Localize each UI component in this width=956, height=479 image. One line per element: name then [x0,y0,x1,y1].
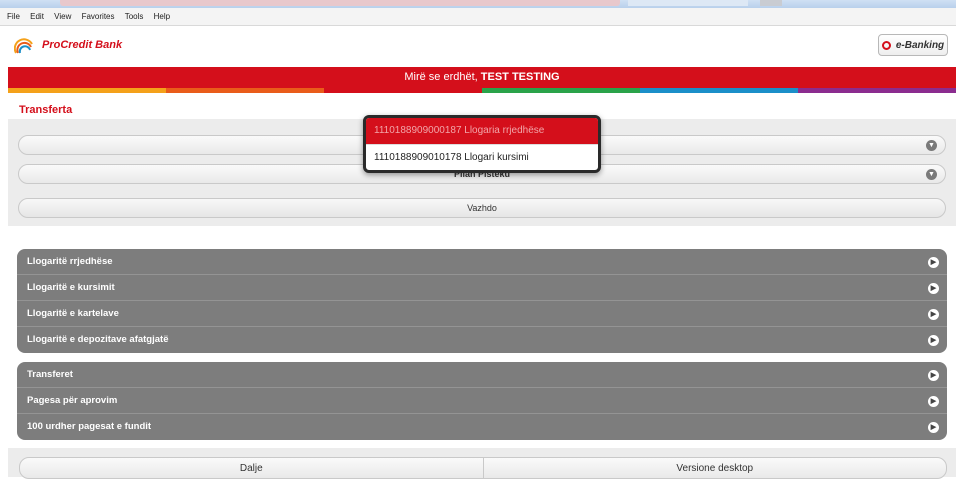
chevron-right-icon: ▶ [928,370,939,381]
desktop-version-button[interactable]: Versione desktop [482,458,947,478]
menu-item-recent-payment-orders[interactable]: 100 urdher pagesat e fundit ▶ [17,414,947,440]
chevron-down-icon: ▼ [926,140,937,151]
chevron-right-icon: ▶ [928,335,939,346]
dropdown-option-current-account[interactable]: 1110188909000187 Llogaria rrjedhëse [366,118,598,144]
menu-item-label: Llogaritë rrjedhëse [27,256,113,267]
menu-item-payments-for-approval[interactable]: Pagesa për aprovim ▶ [17,388,947,414]
dropdown-option-savings-account[interactable]: 1110188909010178 Llogari kursimi [366,144,598,170]
browser-tab-strip [0,0,956,8]
procredit-logo-icon [14,38,33,54]
menu-item-label: Llogaritë e kursimit [27,282,115,293]
menu-edit[interactable]: Edit [30,8,44,26]
footer-buttons: Dalje Versione desktop [19,457,947,479]
bank-name: ProCredit Bank [42,39,123,51]
browser-tab-active[interactable] [60,0,620,6]
menu-tools[interactable]: Tools [125,8,144,26]
transfers-menu: Transferet ▶ Pagesa për aprovim ▶ 100 ur… [17,362,947,440]
browser-menubar: File Edit View Favorites Tools Help [0,8,956,26]
page-title: Transferta [19,104,73,116]
logout-button[interactable]: Dalje [20,458,483,478]
menu-item-transfers[interactable]: Transferet ▶ [17,362,947,388]
continue-button[interactable]: Vazhdo [18,198,946,218]
stripe-6 [798,88,956,93]
menu-item-savings-accounts[interactable]: Llogaritë e kursimit ▶ [17,275,947,301]
chevron-down-icon: ▼ [926,169,937,180]
accounts-menu: Llogaritë rrjedhëse ▶ Llogaritë e kursim… [17,249,947,353]
chevron-right-icon: ▶ [928,309,939,320]
site-header: ProCredit Bank e-Banking [0,27,956,66]
ebanking-button[interactable]: e-Banking [878,34,948,56]
chevron-right-icon: ▶ [928,396,939,407]
stripe-4 [482,88,640,93]
account-dropdown-list: 1110188909000187 Llogaria rrjedhëse 1110… [363,115,601,173]
welcome-greeting: Mirë se erdhët, [404,71,481,83]
stripe-2 [166,88,324,93]
menu-view[interactable]: View [54,8,71,26]
chevron-right-icon: ▶ [928,283,939,294]
ebanking-label: e-Banking [895,39,945,51]
browser-tab[interactable] [628,0,748,6]
bank-logo[interactable]: ProCredit Bank [14,36,122,54]
stripe-3 [324,88,482,93]
menu-favorites[interactable]: Favorites [82,8,115,26]
continue-label: Vazhdo [467,203,497,213]
browser-tab[interactable] [760,0,782,6]
menu-item-label: 100 urdher pagesat e fundit [27,421,152,432]
menu-item-deposit-accounts[interactable]: Llogaritë e depozitave afatgjatë ▶ [17,327,947,353]
menu-file[interactable]: File [7,8,20,26]
welcome-user: TEST TESTING [480,71,560,83]
menu-help[interactable]: Help [154,8,170,26]
menu-item-label: Llogaritë e depozitave afatgjatë [27,334,169,345]
color-stripes [8,88,956,93]
menu-item-label: Transferet [27,369,73,380]
menu-item-current-accounts[interactable]: Llogaritë rrjedhëse ▶ [17,249,947,275]
stripe-5 [640,88,798,93]
welcome-bar: Mirë se erdhët, TEST TESTING [8,67,956,88]
chevron-right-icon: ▶ [928,422,939,433]
menu-item-label: Pagesa për aprovim [27,395,118,406]
ebanking-ring-icon [881,40,891,50]
stripe-1 [8,88,166,93]
menu-item-label: Llogaritë e kartelave [27,308,119,319]
menu-item-card-accounts[interactable]: Llogaritë e kartelave ▶ [17,301,947,327]
chevron-right-icon: ▶ [928,257,939,268]
